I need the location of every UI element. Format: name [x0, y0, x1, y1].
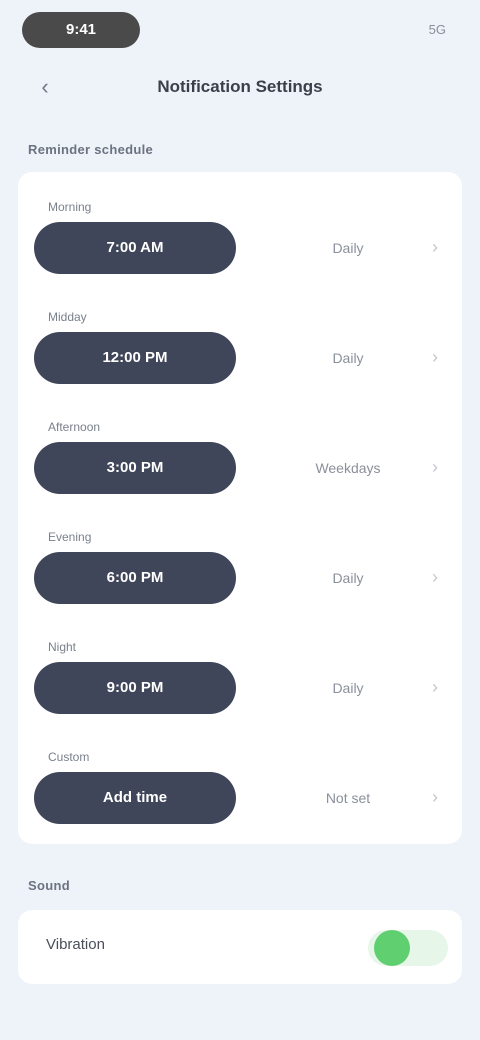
chevron-left-icon: ‹ — [41, 74, 49, 99]
vibration-card: Vibration — [18, 910, 462, 984]
time-field[interactable]: 6:00 PM — [34, 552, 236, 604]
row-label: Midday — [48, 310, 87, 324]
time-field[interactable]: Add time — [34, 772, 236, 824]
schedule-row[interactable]: Evening 6:00 PM Daily › — [18, 522, 462, 632]
time-field[interactable]: 7:00 AM — [34, 222, 236, 274]
row-label: Morning — [48, 200, 92, 214]
toggle-label: Vibration — [46, 936, 105, 953]
row-label: Custom — [48, 750, 90, 764]
row-value: Not set — [325, 790, 371, 806]
nav-bar: ‹ Notification Settings — [0, 62, 480, 112]
status-indicators: 5G — [428, 22, 446, 37]
row-value: Daily — [332, 350, 364, 366]
row-value: Daily — [332, 680, 364, 696]
status-bar: 9:41 5G — [0, 0, 480, 60]
chevron-right-icon: › — [432, 237, 438, 257]
row-label: Afternoon — [48, 420, 101, 434]
row-label: Evening — [48, 530, 92, 544]
row-value: Daily — [332, 240, 364, 256]
section-label-schedule: Reminder schedule — [28, 142, 154, 157]
chevron-right-icon: › — [432, 787, 438, 807]
status-time: 9:41 — [22, 12, 140, 48]
page-title: Notification Settings — [157, 77, 323, 96]
row-label: Night — [48, 640, 77, 654]
chevron-right-icon: › — [432, 677, 438, 697]
chevron-right-icon: › — [432, 457, 438, 477]
time-field[interactable]: 3:00 PM — [34, 442, 236, 494]
row-value: Weekdays — [315, 460, 381, 476]
chevron-right-icon: › — [432, 347, 438, 367]
schedule-row[interactable]: Custom Add time Not set › — [18, 742, 462, 852]
schedule-row[interactable]: Midday 12:00 PM Daily › — [18, 302, 462, 412]
schedule-row[interactable]: Afternoon 3:00 PM Weekdays › — [18, 412, 462, 522]
chevron-right-icon: › — [432, 567, 438, 587]
time-field[interactable]: 9:00 PM — [34, 662, 236, 714]
time-field[interactable]: 12:00 PM — [34, 332, 236, 384]
schedule-card: Morning 7:00 AM Daily › Midday 12:00 PM … — [18, 172, 462, 844]
vibration-toggle[interactable] — [368, 930, 448, 966]
back-button[interactable]: ‹ — [30, 72, 60, 102]
section-label-sound: Sound — [28, 878, 70, 893]
row-value: Daily — [332, 570, 364, 586]
schedule-row[interactable]: Morning 7:00 AM Daily › — [18, 192, 462, 302]
schedule-row[interactable]: Night 9:00 PM Daily › — [18, 632, 462, 742]
toggle-knob — [374, 930, 410, 966]
